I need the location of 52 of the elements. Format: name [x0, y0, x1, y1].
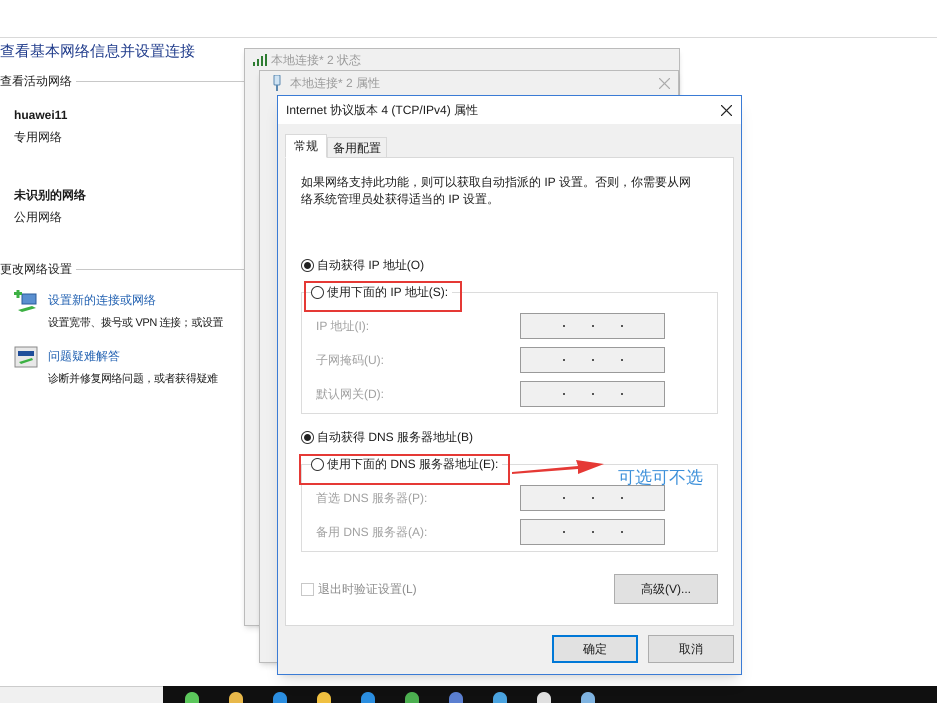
field-label: 子网掩码(U):	[316, 352, 384, 369]
annotation-text: 可选可不选	[618, 467, 703, 489]
window-title: 本地连接* 2 状态	[271, 53, 362, 67]
network-name: huawei11	[14, 107, 68, 124]
network-type: 专用网络	[14, 129, 62, 146]
field-label: 首选 DNS 服务器(P):	[316, 490, 428, 507]
option-label: 使用下面的 DNS 服务器地址(E):	[327, 456, 498, 473]
network-name: 未识别的网络	[14, 187, 86, 204]
ip-address-field[interactable]	[520, 381, 665, 407]
app-icon[interactable]	[229, 692, 243, 703]
page-heading: 查看基本网络信息并设置连接	[0, 42, 195, 62]
network-type: 公用网络	[14, 209, 62, 226]
tab[interactable]: 备用配置	[327, 137, 387, 158]
app-icon[interactable]	[317, 692, 331, 703]
dialog-button[interactable]: 确定	[552, 635, 638, 663]
checkbox-label: 退出时验证设置(L)	[318, 581, 417, 598]
description-text: 如果网络支持此功能，则可以获取自动指派的 IP 设置。否则，你需要从网络系统管理员处获得适当的 IP 设置。	[301, 174, 692, 208]
field-label: IP 地址(I):	[316, 318, 370, 335]
troubleshoot-icon	[14, 346, 38, 368]
section-label: 更改网络设置	[0, 261, 72, 278]
window-title: Internet 协议版本 4 (TCP/IPv4) 属性	[286, 102, 478, 119]
app-icon[interactable]	[537, 692, 551, 703]
network-adapter-icon	[272, 75, 282, 91]
task-description: 诊断并修复网络问题，或者获得疑难	[48, 372, 218, 386]
option-label: 自动获得 IP 地址(O)	[317, 257, 424, 274]
arrow-icon	[512, 458, 604, 475]
ip-address-field[interactable]	[520, 485, 665, 511]
tab[interactable]: 常规	[285, 134, 327, 158]
dialog-button[interactable]: 取消	[648, 635, 734, 663]
field-label: 默认网关(D):	[316, 386, 384, 403]
ip-address-field[interactable]	[520, 519, 665, 545]
app-icon[interactable]	[493, 692, 507, 703]
app-icon[interactable]	[405, 692, 419, 703]
ip-address-field[interactable]	[520, 313, 665, 339]
close-icon[interactable]	[721, 104, 732, 116]
ip-address-field[interactable]	[520, 347, 665, 373]
field-label: 备用 DNS 服务器(A):	[316, 524, 428, 541]
advanced-button[interactable]: 高级(V)...	[614, 574, 718, 604]
task-link[interactable]: 问题疑难解答	[48, 346, 120, 364]
option-label: 自动获得 DNS 服务器地址(B)	[317, 429, 473, 446]
radio-button[interactable]	[311, 458, 324, 470]
task-link[interactable]: 设置新的连接或网络	[48, 291, 156, 309]
radio-button[interactable]	[311, 286, 324, 298]
window-title: 本地连接* 2 属性	[290, 75, 380, 92]
section-label: 查看活动网络	[0, 73, 72, 90]
radio-button[interactable]	[301, 258, 314, 272]
radio-button[interactable]	[301, 430, 314, 444]
app-icon[interactable]	[185, 692, 199, 703]
option-label: 使用下面的 IP 地址(S):	[327, 284, 448, 301]
task-description: 设置宽带、拨号或 VPN 连接；或设置	[48, 316, 224, 331]
signal-icon	[253, 54, 267, 66]
app-icon[interactable]	[581, 692, 595, 703]
